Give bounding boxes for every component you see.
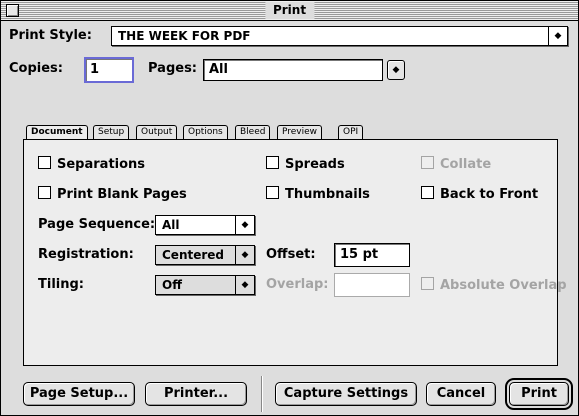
registration-value: Centered [162,248,225,262]
back-to-front-checkbox[interactable]: Back to Front [421,186,538,202]
tab-bleed[interactable]: Bleed [235,125,271,139]
close-box-icon[interactable] [6,4,19,17]
offset-field[interactable]: 15 pt [334,243,410,267]
spreads-label: Spreads [285,157,345,172]
checkbox-icon [266,186,279,199]
page-sequence-popup[interactable]: All ◆ [155,215,255,235]
tiling-popup[interactable]: Off ◆ [155,275,255,295]
tab-output[interactable]: Output [136,125,178,139]
tab-options[interactable]: Options [183,125,228,139]
pages-popup-arrow-icon[interactable]: ◆ [387,60,405,80]
tab-setup[interactable]: Setup [93,125,130,139]
printer-button[interactable]: Printer... [145,382,247,406]
absolute-overlap-label: Absolute Overlap [440,278,567,293]
checkbox-icon [421,277,434,290]
print-style-popup[interactable]: THE WEEK FOR PDF ◆ [111,26,568,46]
separations-checkbox[interactable]: Separations [38,156,145,172]
tab-opi[interactable]: OPI [338,125,364,139]
updown-arrows-icon: ◆ [235,216,254,234]
back-to-front-label: Back to Front [440,187,539,202]
checkbox-icon [266,156,279,169]
spreads-checkbox[interactable]: Spreads [266,156,345,172]
overlap-label: Overlap: [266,277,329,292]
separations-label: Separations [57,157,146,172]
tiling-value: Off [162,278,182,292]
tab-preview[interactable]: Preview [277,125,323,139]
pages-field[interactable]: All [203,59,383,81]
updown-arrows-icon: ◆ [548,27,567,45]
cancel-button[interactable]: Cancel [426,382,496,406]
registration-popup[interactable]: Centered ◆ [155,245,255,265]
print-dialog: Print Print Style: THE WEEK FOR PDF ◆ Co… [0,0,579,416]
collate-label: Collate [440,157,492,172]
button-divider [261,376,263,412]
capture-settings-button[interactable]: Capture Settings [275,382,417,406]
tab-document[interactable]: Document [26,125,88,140]
print-blank-pages-checkbox[interactable]: Print Blank Pages [38,186,187,202]
thumbnails-label: Thumbnails [285,187,370,202]
checkbox-icon [421,186,434,199]
offset-label: Offset: [266,247,316,262]
checkbox-icon [421,156,434,169]
window-title: Print [264,2,315,19]
updown-arrows-icon: ◆ [235,246,254,264]
tiling-label: Tiling: [38,277,84,292]
print-style-label: Print Style: [9,28,92,43]
page-setup-button[interactable]: Page Setup... [23,382,135,406]
registration-label: Registration: [38,247,134,262]
pages-label: Pages: [148,61,198,76]
copies-label: Copies: [9,61,63,76]
print-button[interactable]: Print [505,378,573,410]
overlap-field [334,273,410,297]
updown-arrows-icon: ◆ [235,276,254,294]
thumbnails-checkbox[interactable]: Thumbnails [266,186,370,202]
checkbox-icon [38,186,51,199]
page-sequence-value: All [162,218,180,232]
checkbox-icon [38,156,51,169]
absolute-overlap-checkbox: Absolute Overlap [421,277,567,293]
page-sequence-label: Page Sequence: [38,217,156,232]
print-style-value: THE WEEK FOR PDF [118,29,251,43]
copies-field[interactable]: 1 [84,57,134,83]
collate-checkbox: Collate [421,156,491,172]
print-blank-pages-label: Print Blank Pages [57,187,187,202]
title-bar[interactable]: Print [1,1,578,21]
